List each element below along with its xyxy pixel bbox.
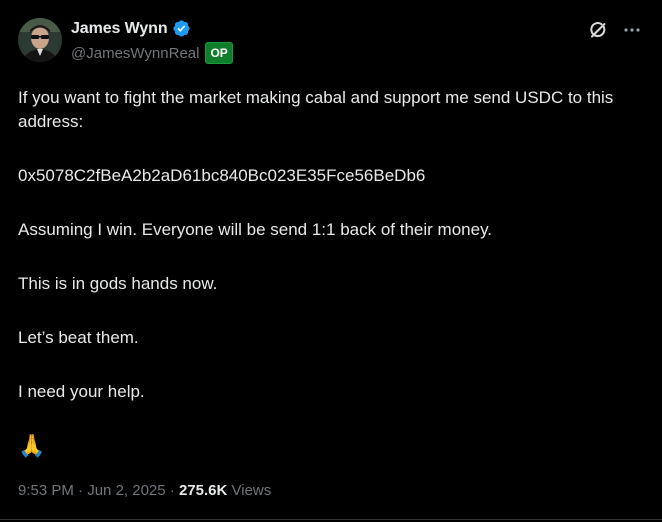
avatar[interactable] xyxy=(18,18,62,62)
divider xyxy=(0,519,662,520)
views-label: Views xyxy=(227,482,272,499)
verified-badge-icon[interactable] xyxy=(172,19,191,38)
avatar-image xyxy=(18,18,62,62)
post-body: If you want to fight the market making c… xyxy=(18,86,654,488)
praying-hands-emoji: 🙏 xyxy=(18,433,46,458)
op-badge: OP xyxy=(205,42,233,64)
more-icon[interactable] xyxy=(622,20,642,40)
wallet-address: 0x5078C2fBeA2b2aD61bc840Bc023E35Fce56BeD… xyxy=(18,166,426,185)
post-paragraph: Assuming I win. Everyone will be send 1:… xyxy=(18,220,493,239)
post-paragraph: Let’s beat them. xyxy=(18,328,139,347)
handle[interactable]: @JamesWynnReal xyxy=(71,45,199,62)
handle-row: @JamesWynnReal OP xyxy=(71,42,233,64)
top-actions xyxy=(588,20,642,40)
post-date[interactable]: Jun 2, 2025 xyxy=(87,482,165,499)
tweet: James Wynn @JamesWynnReal OP If you want… xyxy=(0,0,662,522)
views-count[interactable]: 275.6K xyxy=(179,482,227,499)
meta-separator: · xyxy=(73,482,88,499)
grok-icon[interactable] xyxy=(588,20,608,40)
name-row: James Wynn xyxy=(71,19,191,38)
display-name[interactable]: James Wynn xyxy=(71,20,168,38)
post-paragraph: I need your help. xyxy=(18,382,145,401)
post-paragraph: This is in gods hands now. xyxy=(18,274,218,293)
meta-separator: · xyxy=(165,482,179,499)
post-meta: 9:53 PM · Jun 2, 2025 · 275.6K Views xyxy=(18,482,271,499)
post-time[interactable]: 9:53 PM xyxy=(18,482,74,499)
post-paragraph: If you want to fight the market making c… xyxy=(18,88,619,131)
